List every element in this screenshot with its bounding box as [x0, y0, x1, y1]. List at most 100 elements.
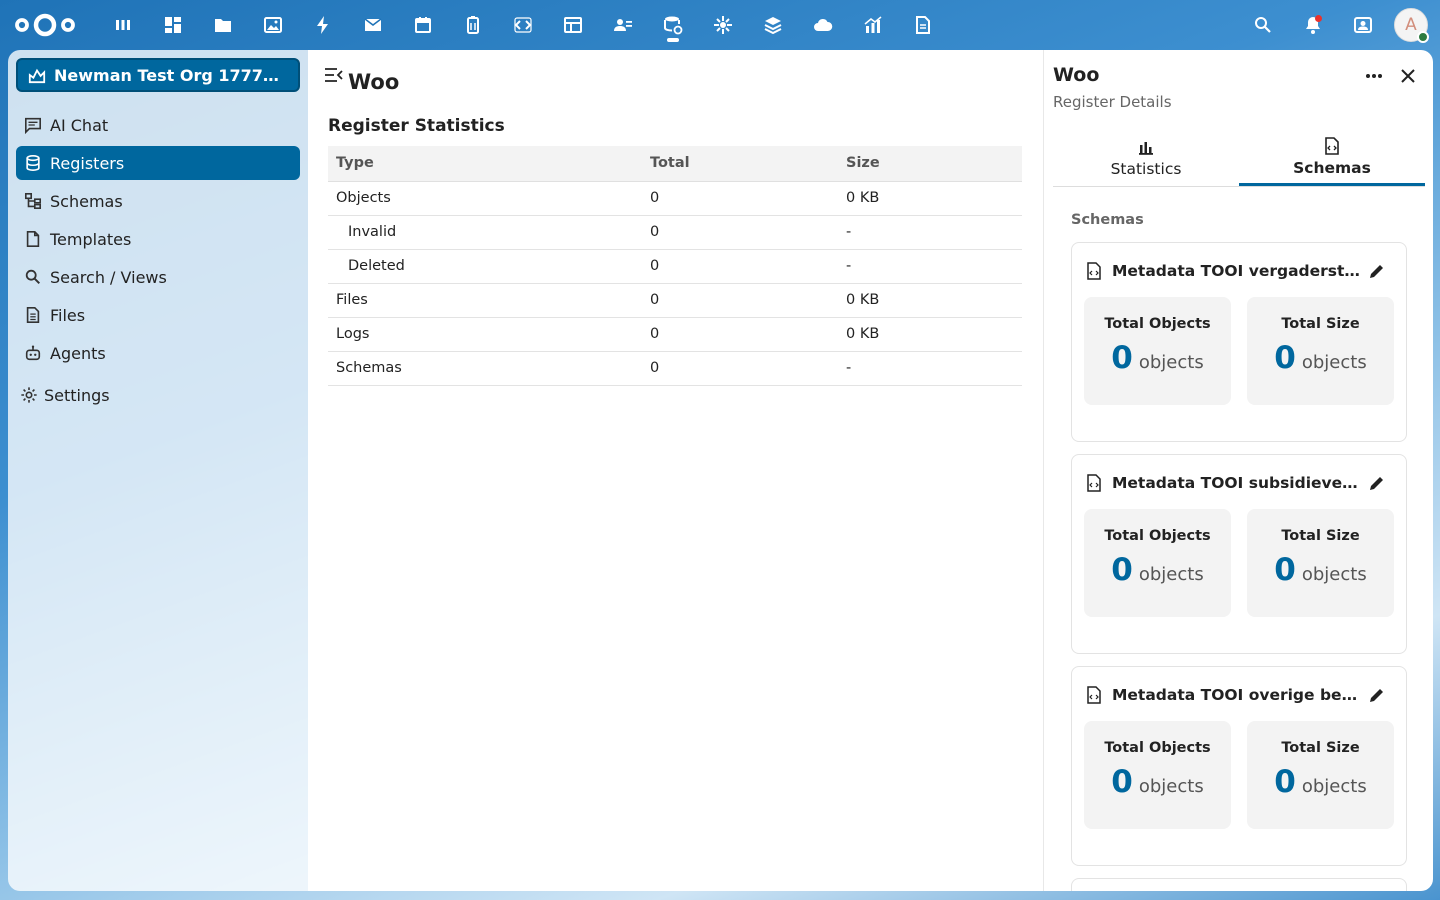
dashboard-icon[interactable]	[148, 0, 198, 50]
schema-stats: Total Objects 0 objects Total Size 0 objec…	[1084, 297, 1410, 405]
nav-item-templates[interactable]: Templates	[16, 222, 300, 256]
docs-icon[interactable]	[898, 0, 948, 50]
column-header: Total	[642, 146, 838, 182]
tables-icon[interactable]	[548, 0, 598, 50]
size-cell: 0 KB	[838, 283, 1022, 318]
table-header-row: Type Total Size	[328, 146, 1022, 182]
nav-item-schemas[interactable]: Schemas	[16, 184, 300, 218]
pencil-icon[interactable]	[1368, 262, 1386, 280]
file-code-icon	[1325, 136, 1339, 155]
layers-icon[interactable]	[748, 0, 798, 50]
contacts-menu-icon[interactable]	[1338, 0, 1388, 50]
organisation-icon	[28, 68, 46, 84]
files-icon[interactable]	[198, 0, 248, 50]
notifications-icon[interactable]	[1288, 0, 1338, 50]
cloud-icon[interactable]	[798, 0, 848, 50]
schema-card-header: Metadata TOOI vergaderstukken	[1086, 262, 1396, 280]
page-title: Woo	[348, 70, 400, 94]
tile-value: 0	[1111, 340, 1133, 376]
schema-card: Metadata TOOI subsidieverplichtingen Tot…	[1071, 454, 1407, 654]
openregister-icon[interactable]	[648, 0, 698, 50]
organisation-name: Newman Test Org 177779...	[54, 65, 288, 85]
table-row: Invalid 0 -	[328, 215, 1022, 250]
tab-statistics[interactable]: Statistics	[1053, 130, 1239, 186]
calendar-icon[interactable]	[398, 0, 448, 50]
schema-stats: Total Objects 0 objects Total Size 0 objec…	[1084, 509, 1410, 617]
type-cell: Files	[328, 283, 642, 318]
contacts-icon[interactable]	[598, 0, 648, 50]
database-icon	[26, 154, 40, 172]
size-cell: 0 KB	[838, 181, 1022, 216]
more-actions-icon[interactable]	[1362, 66, 1386, 86]
nextcloud-logo[interactable]	[14, 12, 76, 38]
table-row: Logs 0 0 KB	[328, 317, 1022, 352]
table-row: Objects 0 0 KB	[328, 181, 1022, 216]
schema-card: Metadata TOOI overige besluiten Total Ob…	[1071, 666, 1407, 866]
apps-icon[interactable]	[98, 0, 148, 50]
close-icon[interactable]	[1396, 64, 1420, 88]
schema-name[interactable]: Metadata TOOI overige besluiten	[1112, 686, 1362, 704]
nav-item-ai-chat[interactable]: AI Chat	[16, 108, 300, 142]
photos-icon[interactable]	[248, 0, 298, 50]
sidebar-subtitle: Register Details	[1053, 93, 1172, 111]
status-online-icon	[1417, 31, 1429, 43]
total-cell: 0	[642, 283, 838, 318]
size-cell: 0 KB	[838, 317, 1022, 352]
section-title: Register Statistics	[328, 116, 505, 136]
nav-item-settings[interactable]: Settings	[16, 378, 300, 412]
schema-card-header: Metadata TOOI subsidieverplichtingen	[1086, 474, 1396, 492]
app-container: Newman Test Org 177779... AI Chat Regist…	[8, 50, 1433, 891]
deck-icon[interactable]	[448, 0, 498, 50]
file-code-icon	[1087, 262, 1101, 280]
schema-list: Metadata TOOI vergaderstukken Total Obje…	[1071, 242, 1407, 891]
type-cell: Invalid	[328, 215, 642, 250]
tile-value: 0	[1111, 764, 1133, 800]
tab-schemas[interactable]: Schemas	[1239, 130, 1425, 186]
schema-card-header: Metadata TOOI overige besluiten	[1086, 686, 1396, 704]
total-cell: 0	[642, 249, 838, 284]
chart-bar-icon	[1139, 142, 1153, 155]
tab-label: Schemas	[1293, 158, 1371, 177]
pencil-icon[interactable]	[1368, 686, 1386, 704]
sidebar-tabs: Statistics Schemas	[1053, 130, 1425, 187]
organisation-button[interactable]: Newman Test Org 177779...	[16, 58, 300, 92]
total-size-tile: Total Size 0 objects	[1247, 509, 1394, 617]
robot-icon	[25, 345, 41, 361]
size-cell: -	[838, 215, 1022, 250]
nav-item-files[interactable]: Files	[16, 298, 300, 332]
header-bar: A	[0, 0, 1440, 50]
tile-value: 0	[1274, 340, 1296, 376]
nav-item-registers[interactable]: Registers	[16, 146, 300, 180]
total-objects-tile: Total Objects 0 objects	[1084, 509, 1231, 617]
tile-label: Total Objects	[1104, 528, 1211, 544]
search-icon[interactable]	[1238, 0, 1288, 50]
schema-name[interactable]: Metadata TOOI vergaderstukken	[1112, 262, 1362, 280]
tile-unit: objects	[1138, 564, 1204, 585]
total-objects-tile: Total Objects 0 objects	[1084, 297, 1231, 405]
total-size-tile: Total Size 0 objects	[1247, 721, 1394, 829]
activity-icon[interactable]	[298, 0, 348, 50]
sidebar-title: Woo	[1053, 64, 1100, 86]
analytics-icon[interactable]	[848, 0, 898, 50]
nav-item-label: AI Chat	[50, 115, 109, 135]
notification-dot	[1315, 15, 1322, 22]
schema-stats: Total Objects 0 objects Total Size 0 objec…	[1084, 721, 1410, 829]
nav-item-agents[interactable]: Agents	[16, 336, 300, 370]
total-objects-tile: Total Objects 0 objects	[1084, 721, 1231, 829]
total-cell: 0	[642, 317, 838, 352]
mail-icon[interactable]	[348, 0, 398, 50]
pencil-icon[interactable]	[1368, 474, 1386, 492]
type-cell: Logs	[328, 317, 642, 352]
openconnector-icon[interactable]	[698, 0, 748, 50]
nav-item-label: Agents	[50, 343, 106, 363]
total-cell: 0	[642, 351, 838, 386]
tile-label: Total Objects	[1104, 740, 1211, 756]
nav-item-search-views[interactable]: Search / Views	[16, 260, 300, 294]
tile-label: Total Size	[1281, 316, 1360, 332]
file-code-icon	[1087, 474, 1101, 492]
toggle-navigation-icon[interactable]	[324, 66, 344, 84]
schema-name[interactable]: Metadata TOOI subsidieverplichtingen	[1112, 474, 1362, 492]
schemas-section-label: Schemas	[1071, 212, 1144, 228]
avatar[interactable]: A	[1394, 8, 1429, 43]
code-icon[interactable]	[498, 0, 548, 50]
